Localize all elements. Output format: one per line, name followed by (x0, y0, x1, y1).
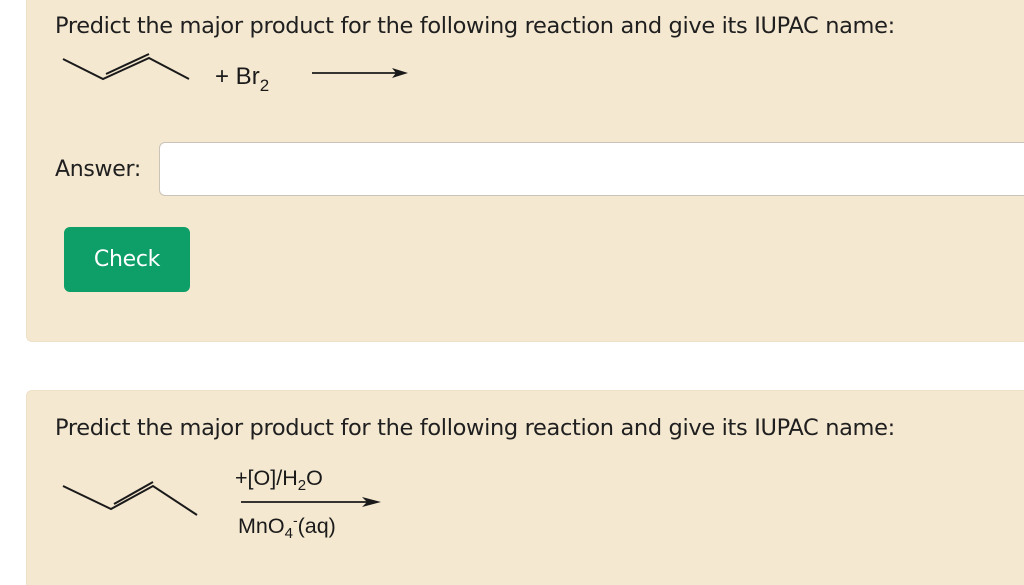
condition-top-suffix: O (306, 466, 323, 490)
but-2-ene-structure-icon (62, 481, 198, 516)
condition-bottom-subscript: 4 (284, 525, 293, 542)
but-2-ene-structure-icon (62, 53, 190, 81)
reaction-arrow-icon (241, 497, 381, 507)
condition-bottom-prefix: MnO (238, 514, 285, 538)
condition-oxidant: +[O]/H2O (235, 466, 323, 494)
answer-input[interactable] (159, 142, 1024, 196)
answer-label: Answer: (55, 157, 141, 182)
reaction-arrow-icon (312, 68, 408, 78)
reagent-prefix: + Br (215, 63, 260, 90)
reagent-bromine: + Br2 (215, 63, 269, 94)
condition-top-subscript: 2 (297, 477, 307, 494)
problem-card-1: Predict the major product for the follow… (26, 0, 1024, 342)
check-button[interactable]: Check (64, 227, 190, 292)
question-text: Predict the major product for the follow… (55, 13, 895, 39)
condition-top-prefix: +[O]/H (235, 466, 298, 490)
condition-permanganate: MnO4-(aq) (238, 513, 336, 542)
condition-bottom-suffix: (aq) (297, 514, 336, 538)
reagent-subscript: 2 (259, 76, 270, 95)
problem-card-2: Predict the major product for the follow… (26, 390, 1024, 585)
question-text: Predict the major product for the follow… (55, 415, 895, 441)
